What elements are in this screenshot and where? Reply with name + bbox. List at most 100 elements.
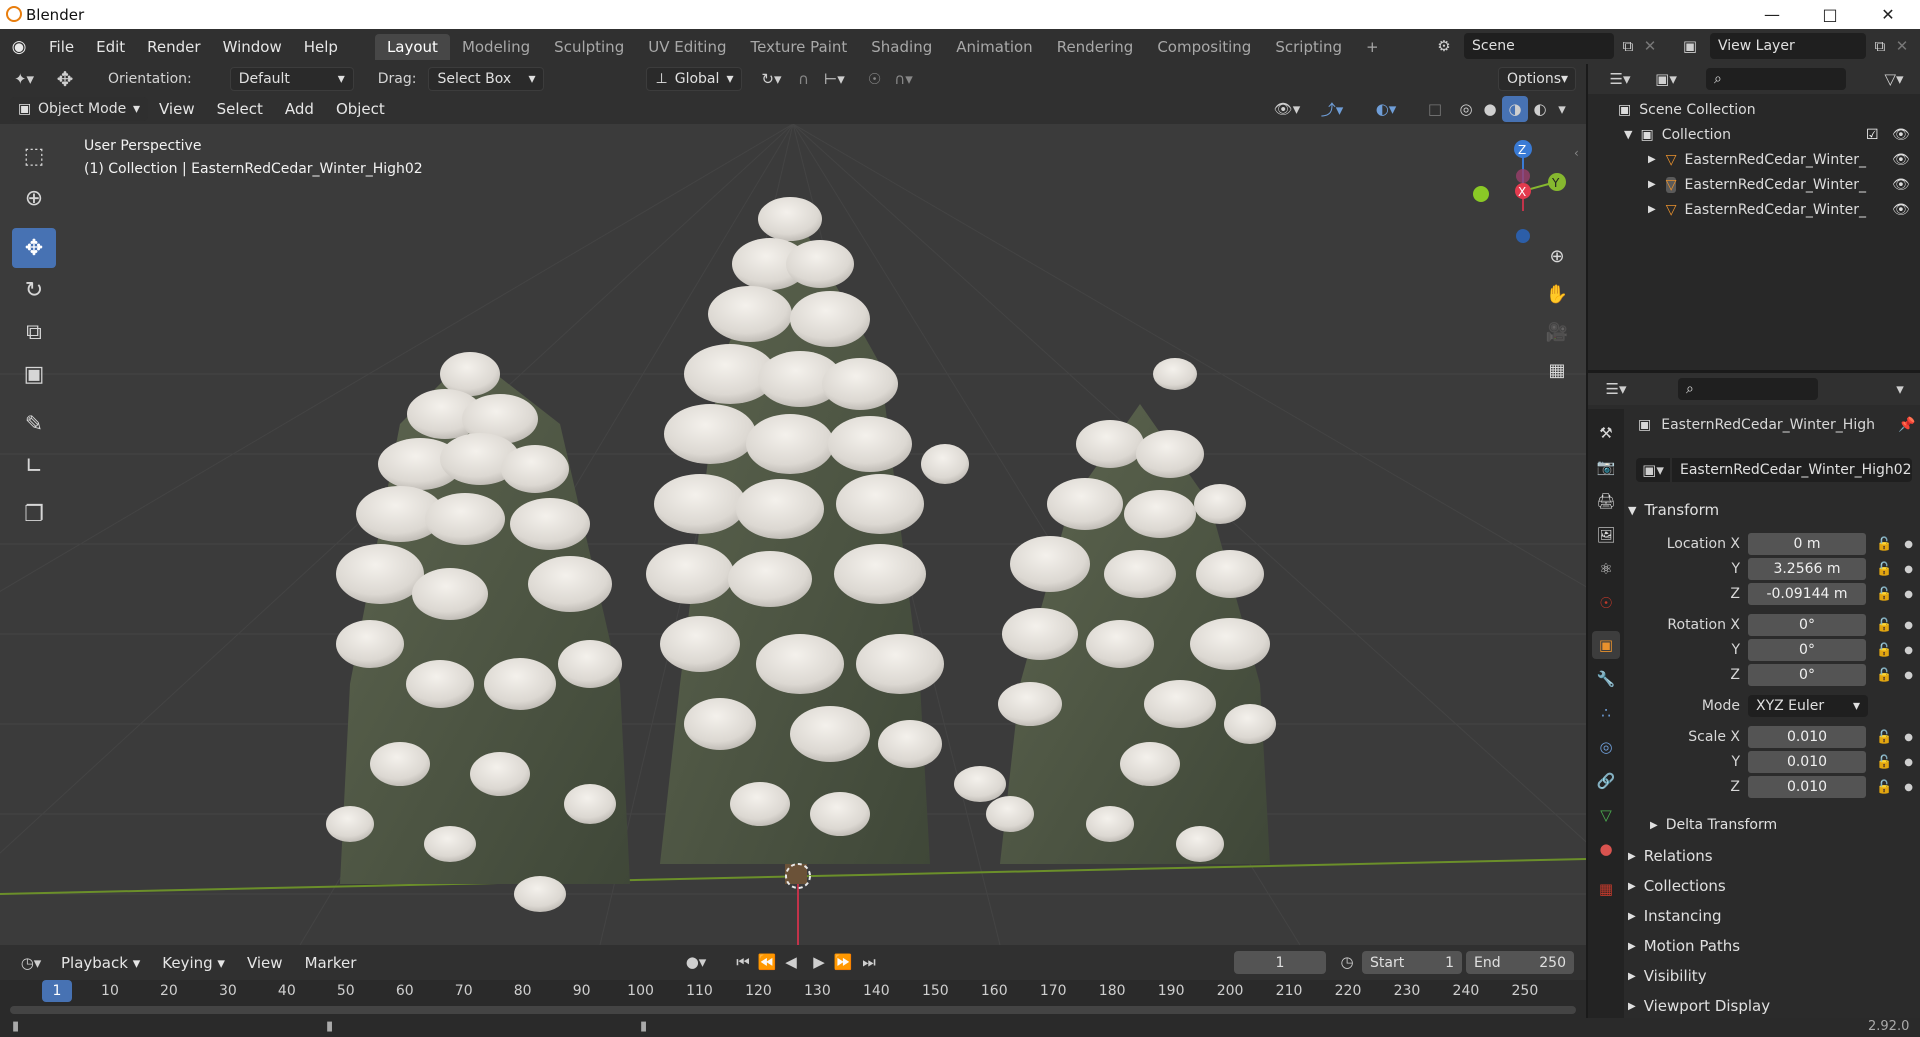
keyframe-dot-icon[interactable]: ●: [1904, 589, 1913, 600]
measure-tool-icon[interactable]: ∟: [12, 446, 56, 486]
sidebar-toggle-icon[interactable]: ‹: [1574, 146, 1579, 160]
tab-compositing[interactable]: Compositing: [1145, 34, 1263, 60]
pivot-point-icon[interactable]: ↻▾: [752, 70, 790, 88]
expand-arrow-icon[interactable]: ▼: [1624, 128, 1632, 141]
3d-viewport[interactable]: ▣ Object Mode ▾ View Select Add Object 👁…: [0, 94, 1586, 945]
menu-edit[interactable]: Edit: [85, 38, 136, 56]
tool-tab-icon[interactable]: ⚒: [1592, 419, 1620, 447]
add-cube-tool-icon[interactable]: ❐: [12, 494, 56, 534]
outliner-object-3[interactable]: ▶ ▽ EasternRedCedar_Winter_ 👁: [1588, 197, 1920, 222]
tab-layout[interactable]: Layout: [374, 33, 450, 60]
timeline-editor-type-icon[interactable]: ◷▾: [12, 954, 50, 972]
eye-icon[interactable]: 👁: [1892, 127, 1910, 143]
lock-icon[interactable]: 🔓: [1876, 668, 1892, 683]
view-layer-tab-icon[interactable]: 🖼: [1592, 521, 1620, 549]
keyframe-dot-icon[interactable]: ●: [1904, 782, 1913, 793]
constraints-tab-icon[interactable]: 🔗: [1592, 767, 1620, 795]
instancing-section[interactable]: ▶ Instancing: [1628, 903, 1918, 929]
particles-tab-icon[interactable]: ∴: [1592, 699, 1620, 727]
texture-tab-icon[interactable]: ▦: [1592, 875, 1620, 903]
eye-icon[interactable]: 👁: [1892, 202, 1910, 218]
scale-y-field[interactable]: 0.010: [1748, 751, 1866, 773]
display-mode-icon[interactable]: ▣▾: [1648, 67, 1684, 91]
keyframe-dot-icon[interactable]: ●: [1904, 620, 1913, 631]
delete-scene-icon[interactable]: ✕: [1640, 33, 1660, 59]
viewport-menu-add[interactable]: Add: [274, 100, 325, 118]
keyframe-dot-icon[interactable]: ●: [1904, 539, 1913, 550]
maximize-button[interactable]: □: [1802, 0, 1858, 29]
location-y-field[interactable]: 3.2566 m: [1748, 558, 1866, 580]
properties-search-input[interactable]: ⌕: [1678, 378, 1818, 400]
lock-icon[interactable]: 🔓: [1876, 618, 1892, 633]
end-frame-field[interactable]: End 250: [1466, 951, 1574, 974]
tab-animation[interactable]: Animation: [944, 34, 1044, 60]
navigation-gizmo[interactable]: Z Y X: [1460, 136, 1580, 256]
outliner-object-1[interactable]: ▶ ▽ EasternRedCedar_Winter_ 👁: [1588, 147, 1920, 172]
snap-target-icon[interactable]: ⊢▾: [816, 70, 852, 88]
delta-transform-section[interactable]: ▶ Delta Transform: [1650, 812, 1920, 838]
new-view-layer-icon[interactable]: ⧉: [1868, 33, 1892, 59]
tab-uv-editing[interactable]: UV Editing: [636, 34, 738, 60]
lock-icon[interactable]: 🔓: [1876, 730, 1892, 745]
material-tab-icon[interactable]: ●: [1592, 835, 1620, 863]
view-layer-name-field[interactable]: View Layer: [1710, 33, 1866, 59]
tab-modeling[interactable]: Modeling: [450, 34, 542, 60]
scene-tab-icon[interactable]: ⚛: [1592, 555, 1620, 583]
exclude-checkbox[interactable]: ☑: [1866, 127, 1879, 143]
keyframe-dot-icon[interactable]: ●: [1904, 732, 1913, 743]
tab-sculpting[interactable]: Sculpting: [542, 34, 636, 60]
falloff-icon[interactable]: ∩▾: [886, 70, 920, 88]
collections-section[interactable]: ▶ Collections: [1628, 873, 1918, 899]
drag-dropdown[interactable]: Select Box ▾: [428, 67, 545, 91]
lock-icon[interactable]: 🔓: [1876, 755, 1892, 770]
keyframe-dot-icon[interactable]: ●: [1904, 645, 1913, 656]
play-reverse-icon[interactable]: ◀: [780, 950, 802, 974]
rotation-z-field[interactable]: 0°: [1748, 664, 1866, 686]
rotation-y-field[interactable]: 0°: [1748, 639, 1866, 661]
jump-start-icon[interactable]: ⏮: [732, 950, 754, 974]
eye-icon[interactable]: 👁: [1892, 152, 1910, 168]
solid-shading-icon[interactable]: ●: [1478, 96, 1502, 122]
use-preview-range-icon[interactable]: ◷: [1334, 950, 1360, 974]
transform-orientation-dropdown[interactable]: ⊥ Global ▾: [646, 67, 743, 91]
lock-icon[interactable]: 🔓: [1876, 643, 1892, 658]
transform-section-header[interactable]: ▼ Transform: [1628, 497, 1918, 523]
lock-icon[interactable]: 🔓: [1876, 562, 1892, 577]
object-tab-icon[interactable]: ▣: [1592, 631, 1620, 659]
snap-icon[interactable]: ∩: [790, 70, 816, 88]
tab-scripting[interactable]: Scripting: [1263, 34, 1354, 60]
gizmo-toggle-icon[interactable]: ⤴▾: [1312, 96, 1352, 122]
keyframe-dot-icon[interactable]: ●: [1904, 757, 1913, 768]
eye-icon[interactable]: 👁: [1892, 177, 1910, 193]
mode-dropdown[interactable]: ▣ Object Mode ▾: [10, 97, 148, 121]
pin-icon[interactable]: 📌: [1898, 417, 1915, 433]
pan-hand-icon[interactable]: ✋: [1541, 278, 1573, 310]
proportional-edit-icon[interactable]: ☉: [862, 70, 886, 88]
zoom-icon[interactable]: ⊕: [1541, 240, 1573, 272]
move-tool-button[interactable]: ✥: [12, 228, 56, 268]
cursor-tool-icon[interactable]: ⊕: [12, 178, 56, 218]
add-workspace-button[interactable]: +: [1354, 34, 1391, 60]
physics-tab-icon[interactable]: ◎: [1592, 733, 1620, 761]
scale-tool-icon[interactable]: ⧉: [12, 312, 56, 352]
timeline-menu-view[interactable]: View: [236, 954, 294, 972]
scale-z-field[interactable]: 0.010: [1748, 776, 1866, 798]
outliner-object-2[interactable]: ▶ ▽ EasternRedCedar_Winter_ 👁: [1588, 172, 1920, 197]
shading-options-icon[interactable]: ▾: [1552, 96, 1572, 122]
viewport-menu-select[interactable]: Select: [206, 100, 274, 118]
options-dropdown[interactable]: Options ▾: [1498, 67, 1576, 91]
transform-tool-icon[interactable]: ▣: [12, 354, 56, 394]
viewport-menu-object[interactable]: Object: [325, 100, 396, 118]
location-z-field[interactable]: -0.09144 m: [1748, 583, 1866, 605]
play-icon[interactable]: ▶: [808, 950, 830, 974]
filter-icon[interactable]: ▽▾: [1874, 67, 1914, 91]
modifier-tab-icon[interactable]: 🔧: [1592, 665, 1620, 693]
timeline-body[interactable]: 1 10 20 30 40 50 60 70 80 90 100 110 120 130 140 150 160…: [0, 980, 1586, 1018]
outliner-collection[interactable]: ▼ ▣ Collection ☑ 👁: [1588, 122, 1920, 147]
motion-paths-section[interactable]: ▶ Motion Paths: [1628, 933, 1918, 959]
overlays-icon[interactable]: ◐▾: [1366, 96, 1406, 122]
viewport-display-section[interactable]: ▶ Viewport Display: [1628, 993, 1918, 1019]
record-keyframe-icon[interactable]: ●▾: [676, 950, 716, 974]
scale-x-field[interactable]: 0.010: [1748, 726, 1866, 748]
camera-view-icon[interactable]: 🎥: [1541, 316, 1573, 348]
